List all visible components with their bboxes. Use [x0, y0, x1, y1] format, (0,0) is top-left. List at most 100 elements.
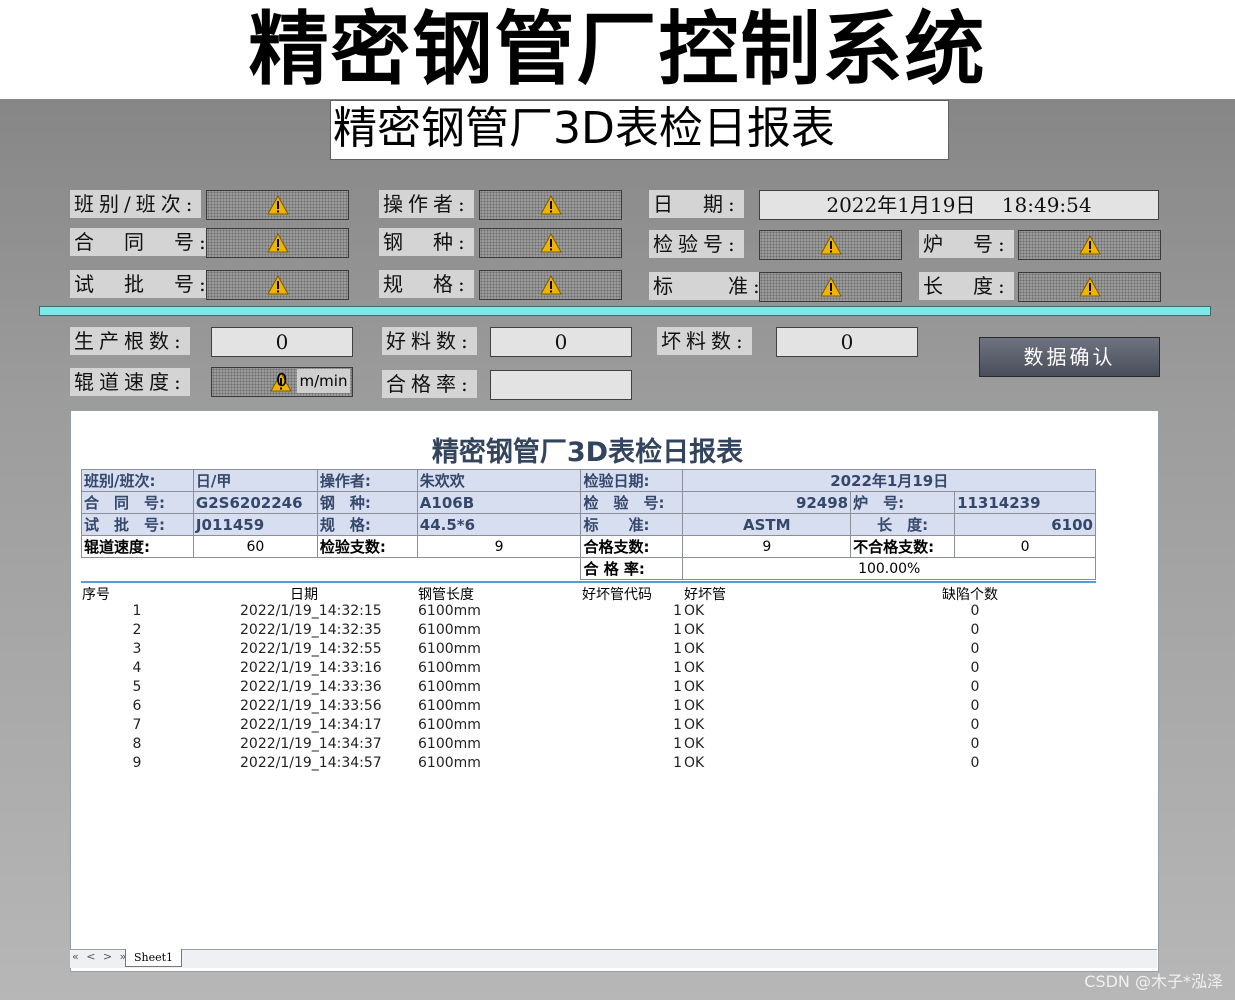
warning-icon: [1078, 235, 1101, 255]
hdr-length-label: 长 度:: [850, 513, 956, 536]
row-defects: 0: [970, 717, 980, 733]
hdr-pass-rate-label: 合 格 率:: [580, 557, 684, 580]
row-length: 6100mm: [418, 755, 481, 771]
row-code: 1: [673, 622, 682, 638]
row-status: OK: [684, 717, 705, 733]
row-no: 9: [132, 755, 142, 771]
row-date: 2022/1/19_14:33:16: [240, 660, 382, 676]
row-length: 6100mm: [418, 622, 481, 638]
row-code: 1: [673, 660, 682, 676]
warning-icon: [819, 235, 842, 255]
date-value: 2022年1月19日 18:49:54: [759, 190, 1159, 220]
shift-field[interactable]: [206, 190, 349, 220]
row-defects: 0: [970, 736, 980, 752]
warning-icon: [539, 275, 562, 295]
steel-label: 钢 种:: [379, 228, 474, 256]
steel-field[interactable]: [479, 228, 622, 258]
speed-label: 辊道速度:: [70, 368, 190, 396]
hdr-standard-value: ASTM: [682, 513, 852, 536]
warning-icon: [1078, 277, 1101, 297]
date-label: 日 期:: [649, 190, 744, 218]
row-no: 5: [132, 679, 142, 695]
row-code: 1: [673, 755, 682, 771]
hdr-length-value: 6100: [954, 513, 1096, 536]
batch-label: 试 批 号:: [70, 270, 215, 298]
spec-field[interactable]: [479, 270, 622, 300]
hdr-speed-value: 60: [192, 535, 318, 558]
hdr-spec-label: 规 格:: [316, 513, 418, 536]
col-header-status: 好坏管: [684, 587, 726, 603]
hdr-fail-count-value: 0: [954, 535, 1096, 558]
inspect-field[interactable]: [759, 230, 902, 260]
hdr-batch-label: 试 批 号:: [81, 513, 194, 536]
standard-label: 标 准:: [649, 272, 769, 300]
hdr-inspect-count-value: 9: [416, 535, 582, 558]
warning-icon: [266, 233, 289, 253]
hdr-operator-label: 操作者:: [316, 469, 418, 492]
row-no: 2: [132, 622, 142, 638]
row-date: 2022/1/19_14:32:55: [240, 641, 382, 657]
row-status: OK: [684, 603, 705, 619]
col-header-date: 日期: [290, 587, 318, 603]
row-status: OK: [684, 660, 705, 676]
hdr-pass-rate-value: 100.00%: [682, 557, 1096, 580]
length-field[interactable]: [1018, 272, 1161, 302]
hdr-empty-cell: [82, 558, 581, 580]
sheet-tab-sheet1[interactable]: Sheet1: [125, 949, 182, 967]
row-no: 7: [132, 717, 142, 733]
row-status: OK: [684, 641, 705, 657]
good-count-label: 好料数:: [382, 327, 477, 355]
row-code: 1: [673, 717, 682, 733]
operator-field[interactable]: [479, 190, 622, 220]
row-length: 6100mm: [418, 603, 481, 619]
row-date: 2022/1/19_14:32:35: [240, 622, 382, 638]
standard-field[interactable]: [759, 272, 902, 302]
row-status: OK: [684, 679, 705, 695]
row-date: 2022/1/19_14:34:17: [240, 717, 382, 733]
row-defects: 0: [970, 660, 980, 676]
row-status: OK: [684, 622, 705, 638]
hdr-shift-label: 班别/班次:: [81, 469, 194, 492]
hdr-contract-value: G2S6202246: [192, 491, 318, 514]
row-status: OK: [684, 698, 705, 714]
warning-icon: [819, 277, 842, 297]
row-defects: 0: [970, 603, 980, 619]
row-defects: 0: [970, 755, 980, 771]
row-defects: 0: [970, 679, 980, 695]
row-date: 2022/1/19_14:34:57: [240, 755, 382, 771]
col-header-defects: 缺陷个数: [942, 587, 998, 603]
batch-field[interactable]: [206, 270, 349, 300]
row-date: 2022/1/19_14:33:36: [240, 679, 382, 695]
row-code: 1: [673, 736, 682, 752]
warning-icon: [539, 195, 562, 215]
row-code: 1: [673, 679, 682, 695]
table-divider: [81, 581, 1096, 583]
length-label: 长 度:: [919, 272, 1014, 300]
speed-unit: m/min: [297, 369, 350, 393]
row-length: 6100mm: [418, 717, 481, 733]
row-code: 1: [673, 641, 682, 657]
warning-icon: [266, 195, 289, 215]
row-code: 1: [673, 603, 682, 619]
report-title: 精密钢管厂3D表检日报表: [431, 437, 744, 468]
confirm-button[interactable]: 数据确认: [979, 337, 1160, 377]
row-no: 1: [132, 603, 142, 619]
bad-count-value: 0: [776, 327, 918, 357]
row-no: 4: [132, 660, 142, 676]
hdr-contract-label: 合 同 号:: [81, 491, 194, 514]
prod-count-label: 生产根数:: [70, 327, 190, 355]
col-header-length: 钢管长度: [418, 587, 474, 603]
row-no: 6: [132, 698, 142, 714]
contract-field[interactable]: [206, 228, 349, 258]
row-length: 6100mm: [418, 660, 481, 676]
hdr-inspect-date-value: 2022年1月19日: [682, 469, 1096, 492]
warning-icon: [539, 233, 562, 253]
sheet-nav-arrows[interactable]: « < > »: [72, 950, 128, 963]
hdr-shift-value: 日/甲: [192, 469, 318, 492]
hdr-inspect-count-label: 检验支数:: [316, 535, 418, 558]
row-length: 6100mm: [418, 698, 481, 714]
col-header-no: 序号: [82, 587, 110, 603]
watermark: CSDN @木子*泓泽: [1084, 972, 1223, 991]
furnace-field[interactable]: [1018, 230, 1161, 260]
pass-rate-label: 合格率:: [382, 370, 477, 398]
